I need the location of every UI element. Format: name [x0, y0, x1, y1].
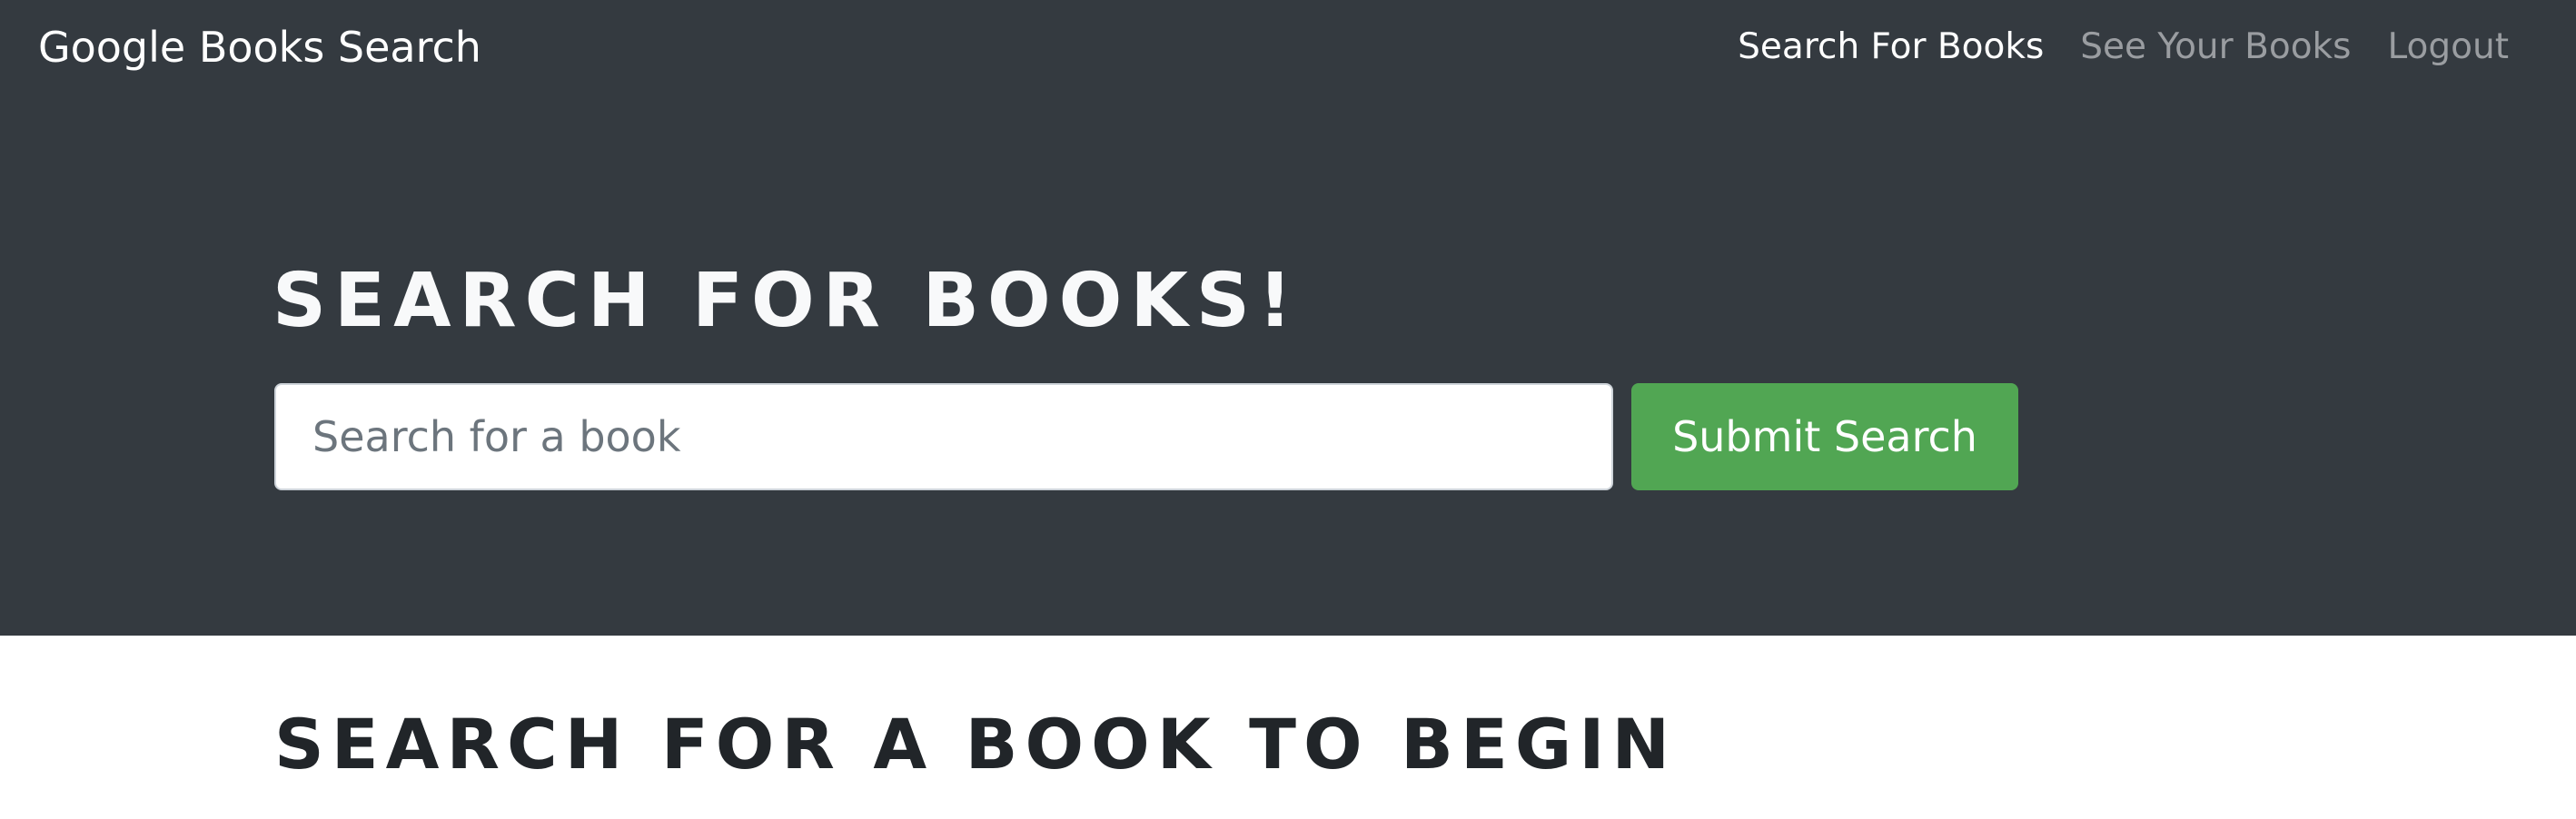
search-input[interactable]: [274, 383, 1613, 490]
brand-link[interactable]: Google Books Search: [38, 22, 481, 73]
page: Google Books Search Search For Books See…: [0, 0, 2576, 819]
nav-links: Search For Books See Your Books Logout: [1738, 22, 2509, 73]
nav-link-logout[interactable]: Logout: [2387, 22, 2509, 73]
page-title: SEARCH FOR BOOKS!: [272, 258, 1301, 344]
results-heading: SEARCH FOR A BOOK TO BEGIN: [274, 704, 1678, 784]
nav-link-see-your-books[interactable]: See Your Books: [2080, 22, 2351, 73]
navbar: Google Books Search Search For Books See…: [0, 0, 2576, 94]
submit-search-button[interactable]: Submit Search: [1631, 383, 2018, 490]
search-hero-section: Google Books Search Search For Books See…: [0, 0, 2576, 636]
nav-link-search-for-books[interactable]: Search For Books: [1738, 22, 2044, 73]
